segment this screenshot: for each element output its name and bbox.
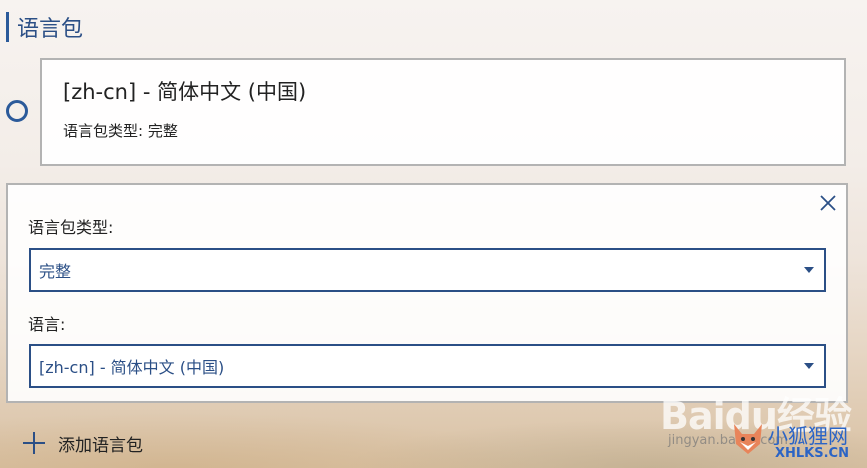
language-select-value: [zh-cn] - 简体中文 (中国): [39, 358, 225, 377]
add-language-pack-label: 添加语言包: [58, 435, 143, 456]
radio-button[interactable]: [6, 100, 28, 122]
language-label: 语言:: [28, 315, 66, 334]
site-name-watermark: 小狐狸网: [768, 424, 848, 448]
chevron-down-icon: [804, 363, 814, 369]
language-select[interactable]: [zh-cn] - 简体中文 (中国): [29, 344, 826, 388]
chevron-down-icon: [804, 267, 814, 273]
language-pack-editor: 语言包类型: 完整 语言: [zh-cn] - 简体中文 (中国): [6, 183, 848, 403]
section-accent-bar: [6, 12, 9, 42]
plus-icon: [23, 432, 45, 454]
site-url-watermark: XHLKS.CN: [775, 446, 849, 461]
card-subtitle: 语言包类型: 完整: [63, 122, 178, 140]
close-icon[interactable]: [818, 193, 838, 213]
section-title: 语言包: [17, 17, 84, 42]
card-title: [zh-cn] - 简体中文 (中国): [63, 80, 307, 104]
type-select-value: 完整: [39, 262, 72, 281]
type-label: 语言包类型:: [28, 218, 114, 237]
type-select[interactable]: 完整: [29, 248, 826, 292]
section-header: 语言包: [6, 12, 83, 42]
fox-logo-icon: [734, 424, 762, 454]
jingyan-watermark: jingyan.baidu.com: [668, 433, 788, 448]
add-language-pack-button[interactable]: 添加语言包: [22, 428, 143, 458]
language-pack-card[interactable]: [zh-cn] - 简体中文 (中国) 语言包类型: 完整: [40, 58, 846, 166]
